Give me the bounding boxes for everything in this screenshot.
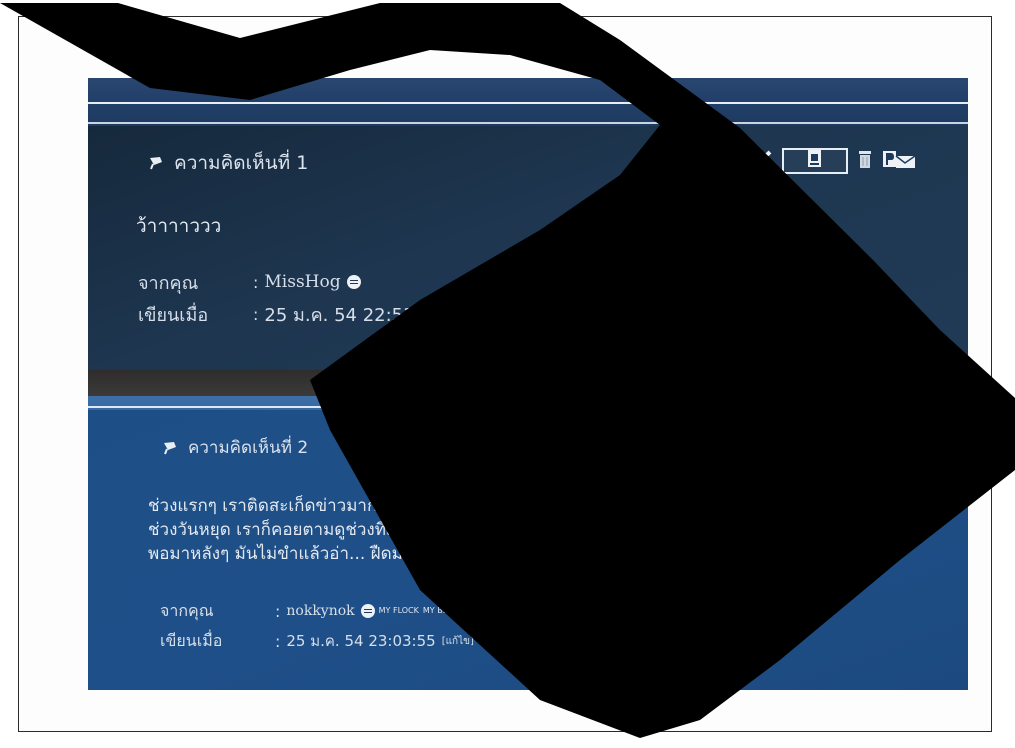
- document-icon: [806, 149, 824, 173]
- divider-line: [88, 102, 968, 104]
- from-label: จากคุณ: [138, 272, 199, 294]
- comment-title: ความคิดเห็นที่ 2: [188, 438, 309, 458]
- written-label: เขียนเมื่อ: [160, 630, 223, 650]
- my-blog-link[interactable]: MY BLOG: [423, 607, 460, 615]
- comment-separator: [88, 396, 968, 410]
- meta-colon: :: [253, 304, 259, 324]
- comment-body: ช่วงแรกๆ เราติดสะเก็ดข่าวมากเลย ตลกดี ช่…: [148, 494, 582, 566]
- meta-colon: :: [253, 272, 259, 292]
- comment-meta: จากคุณ : nokkynok MY FLOCK MY BLOG เขียน…: [160, 596, 474, 656]
- meta-author-row: จากคุณ : nokkynok MY FLOCK MY BLOG: [160, 596, 474, 626]
- checkmark-icon[interactable]: [748, 150, 772, 172]
- edit-button[interactable]: [782, 148, 848, 174]
- comment-header: ความคิดเห็นที่ 1: [148, 148, 308, 178]
- meta-colon: :: [275, 601, 281, 621]
- comment-2: ความคิดเห็นที่ 2 ช่วงแรกๆ เราติดสะเก็ดข่…: [88, 410, 968, 690]
- document-icon: [785, 432, 803, 456]
- my-flock-link[interactable]: MY FLOCK: [379, 607, 419, 615]
- comment-separator: [88, 370, 968, 396]
- meta-colon: :: [275, 631, 281, 651]
- comment-tools: [728, 432, 894, 456]
- page-top-bar: [88, 78, 968, 126]
- edit-button[interactable]: [762, 432, 826, 456]
- trash-icon[interactable]: [858, 149, 872, 173]
- comment-body-line: พอมาหลังๆ มันไม่ขำแล้วอ่า... ฝืดมาก เลิก…: [148, 544, 466, 564]
- screen-photo: ความคิดเห็นที่ 1 ว้าาาาววว จากคุณ: Miss…: [88, 78, 968, 690]
- pin-icon: [148, 156, 164, 170]
- comment-body: ว้าาาาววว: [136, 214, 221, 238]
- pin-icon: [162, 441, 178, 455]
- edit-link[interactable]: [แก้ไข]: [450, 305, 485, 323]
- divider-line: [88, 122, 968, 124]
- meta-date-row: เขียนเมื่อ : 25 ม.ค. 54 22:53:52 [แก้ไข]: [138, 298, 485, 330]
- written-label: เขียนเมื่อ: [138, 304, 209, 326]
- comment-header: ความคิดเห็นที่ 2: [162, 434, 308, 461]
- pm-icon[interactable]: [882, 149, 916, 173]
- smile-icon: [360, 604, 375, 618]
- meta-author-row: จากคุณ : MissHog: [138, 266, 485, 298]
- author-link[interactable]: MissHog: [264, 272, 340, 292]
- comment-datetime: 25 ม.ค. 54 22:53:52: [264, 304, 444, 326]
- pm-icon[interactable]: [860, 432, 894, 456]
- smile-icon: [346, 275, 361, 289]
- comment-datetime: 25 ม.ค. 54 23:03:55: [286, 632, 436, 650]
- author-link[interactable]: nokkynok: [286, 603, 354, 619]
- meta-date-row: เขียนเมื่อ : 25 ม.ค. 54 23:03:55 [แก้ไข]: [160, 626, 474, 656]
- comment-meta: จากคุณ : MissHog เขียนเมื่อ : 25 ม.ค. 54…: [138, 266, 485, 330]
- comment-1: ความคิดเห็นที่ 1 ว้าาาาววว จากคุณ: Miss…: [88, 126, 968, 370]
- edit-link[interactable]: [แก้ไข]: [442, 634, 474, 649]
- comment-tools: [748, 148, 916, 174]
- comment-body-line: ว้าาาาววว: [136, 215, 222, 237]
- from-label: จากคุณ: [160, 600, 214, 620]
- trash-icon[interactable]: [836, 432, 850, 456]
- comment-body-line: ช่วงวันหยุด เราก็คอยตามดูช่วงที่เค้ารวมส…: [148, 520, 582, 540]
- comment-body-line: ช่วงแรกๆ เราติดสะเก็ดข่าวมากเลย ตลกดี: [148, 496, 452, 516]
- comment-title: ความคิดเห็นที่ 1: [174, 152, 309, 174]
- checkmark-icon[interactable]: [728, 433, 752, 455]
- divider-line: [88, 406, 968, 408]
